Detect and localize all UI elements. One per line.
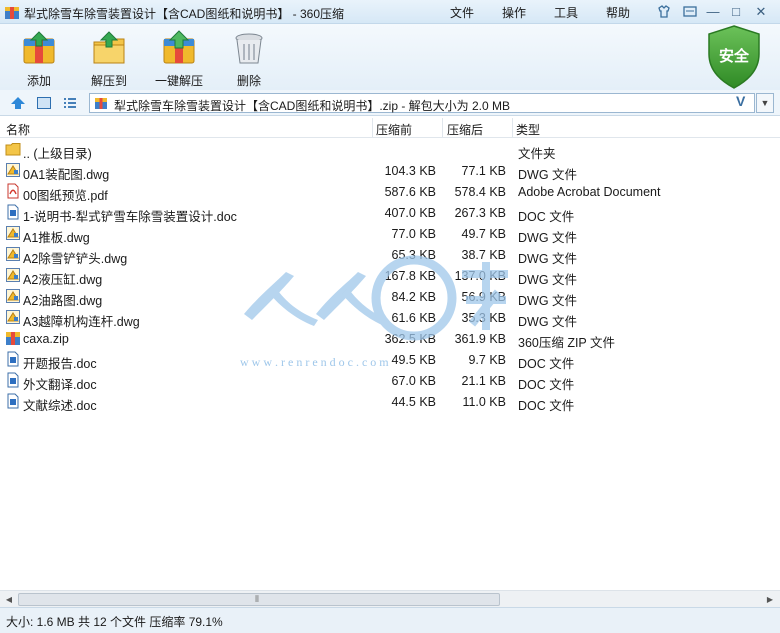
path-dropdown-button[interactable]: ▼	[756, 93, 774, 113]
extract-to-icon	[93, 31, 125, 64]
icon-view-icon[interactable]	[36, 95, 52, 111]
file-size-after: 21.1 KB	[461, 374, 506, 388]
extract-to-label: 解压到	[90, 74, 127, 88]
title-bar: 犁式除雪车除雪装置设计【含CAD图纸和说明书】 - 360压缩 文件 操作 工具…	[0, 0, 780, 24]
renrendoc-watermark: w w w . r e n r e n d o c . c o m	[240, 255, 508, 369]
list-view-icon[interactable]	[62, 95, 78, 111]
add-label: 添加	[26, 74, 51, 88]
path-text: 犁式除雪车除雪装置设计【含CAD图纸和说明书】.zip - 解包大小为 2.0 …	[114, 99, 511, 113]
pdf-file-icon	[5, 183, 21, 199]
dwg-file-icon	[5, 162, 21, 178]
security-shield[interactable]: 安全	[705, 24, 763, 90]
dwg-file-icon	[5, 309, 21, 325]
column-header-row: 名称 压缩前 压缩后 类型	[0, 118, 780, 138]
address-bar: 犁式除雪车除雪装置设计【含CAD图纸和说明书】.zip - 解包大小为 2.0 …	[0, 90, 780, 116]
menu-tools[interactable]: 工具	[554, 4, 578, 21]
up-arrow-icon[interactable]	[10, 95, 26, 111]
verify-mark[interactable]: V	[736, 93, 745, 109]
status-text: 大小: 1.6 MB 共 12 个文件 压缩率 79.1%	[6, 615, 223, 629]
file-size-before: 77.0 KB	[391, 227, 436, 241]
one-click-extract-label: 一键解压	[154, 74, 203, 88]
add-button[interactable]: 添加	[4, 30, 74, 89]
delete-button[interactable]: 删除	[214, 30, 284, 89]
file-type: Adobe Acrobat Document	[518, 185, 661, 199]
security-badge: 安全	[718, 48, 749, 65]
doc-file-icon	[5, 393, 21, 409]
doc-file-icon	[5, 372, 21, 388]
file-size-after: 11.0 KB	[462, 395, 506, 409]
one-click-extract-button[interactable]: 一键解压	[144, 30, 214, 89]
path-field[interactable]: 犁式除雪车除雪装置设计【含CAD图纸和说明书】.zip - 解包大小为 2.0 …	[89, 93, 755, 113]
dwg-file-icon	[5, 246, 21, 262]
scroll-thumb[interactable]: ⦀	[18, 593, 500, 606]
file-size-before: 407.0 KB	[384, 206, 436, 220]
doc-file-icon	[5, 204, 21, 220]
file-name: 文献综述.doc	[23, 399, 97, 413]
chevron-down-icon: ▼	[760, 98, 770, 108]
file-row[interactable]: .. (上级目录) 文件夹	[0, 139, 780, 161]
file-size-after: 578.4 KB	[454, 185, 506, 199]
dwg-file-icon	[5, 288, 21, 304]
folder-file-icon	[5, 141, 21, 157]
zip-file-icon	[95, 98, 107, 109]
file-size-before: 587.6 KB	[384, 185, 436, 199]
scroll-left-icon[interactable]: ◀	[2, 593, 16, 606]
grip-icon: ⦀	[255, 594, 259, 604]
column-type[interactable]: 类型	[516, 121, 540, 138]
maximize-button[interactable]: □	[727, 3, 745, 21]
add-archive-icon	[23, 31, 55, 64]
delete-icon	[235, 33, 263, 64]
menu-file[interactable]: 文件	[450, 4, 474, 21]
file-size-after: 267.3 KB	[454, 206, 506, 220]
delete-label: 删除	[236, 74, 261, 88]
zip-file-icon	[5, 330, 21, 346]
scroll-right-icon[interactable]: ▶	[763, 593, 777, 606]
file-type: DOC 文件	[518, 399, 575, 413]
file-size-after: 77.1 KB	[461, 164, 506, 178]
feedback-icon[interactable]	[681, 3, 699, 21]
menu-operate[interactable]: 操作	[502, 4, 526, 21]
column-before[interactable]: 压缩前	[376, 121, 412, 138]
status-bar: 大小: 1.6 MB 共 12 个文件 压缩率 79.1%	[0, 607, 780, 633]
file-size-before: 44.5 KB	[391, 395, 436, 409]
horizontal-scrollbar[interactable]: ◀ ⦀ ▶	[0, 590, 780, 607]
app-icon	[5, 7, 19, 19]
doc-file-icon	[5, 351, 21, 367]
file-row[interactable]: A1推板.dwg 77.0 KB 49.7 KB DWG 文件	[0, 223, 780, 245]
file-size-after: 49.7 KB	[461, 227, 506, 241]
file-size-before: 104.3 KB	[384, 164, 436, 178]
file-name: caxa.zip	[23, 332, 69, 346]
column-name[interactable]: 名称	[6, 121, 30, 138]
dwg-file-icon	[5, 225, 21, 241]
file-row[interactable]: 文献综述.doc 44.5 KB 11.0 KB DOC 文件	[0, 391, 780, 413]
extract-to-button[interactable]: 解压到	[74, 30, 144, 89]
file-row[interactable]: 00图纸预览.pdf 587.6 KB 578.4 KB Adobe Acrobat …	[0, 181, 780, 203]
file-row[interactable]: 0A1装配图.dwg 104.3 KB 77.1 KB DWG 文件	[0, 160, 780, 182]
column-after[interactable]: 压缩后	[447, 121, 483, 138]
file-row[interactable]: 1-说明书-犁式铲雪车除雪装置设计.doc 407.0 KB 267.3 KB DOC…	[0, 202, 780, 224]
dwg-file-icon	[5, 267, 21, 283]
window-title: 犁式除雪车除雪装置设计【含CAD图纸和说明书】 - 360压缩	[24, 7, 345, 21]
menu-help[interactable]: 帮助	[606, 4, 630, 21]
skin-icon[interactable]	[655, 3, 673, 21]
file-size-before: 67.0 KB	[391, 374, 436, 388]
watermark-url: w w w . r e n r e n d o c . c o m	[240, 355, 389, 369]
one-click-extract-icon	[163, 30, 195, 64]
close-button[interactable]: ✕	[752, 3, 770, 21]
minimize-button[interactable]: —	[704, 3, 722, 21]
toolbar: 添加 解压到 一键解压 删除	[0, 24, 780, 90]
